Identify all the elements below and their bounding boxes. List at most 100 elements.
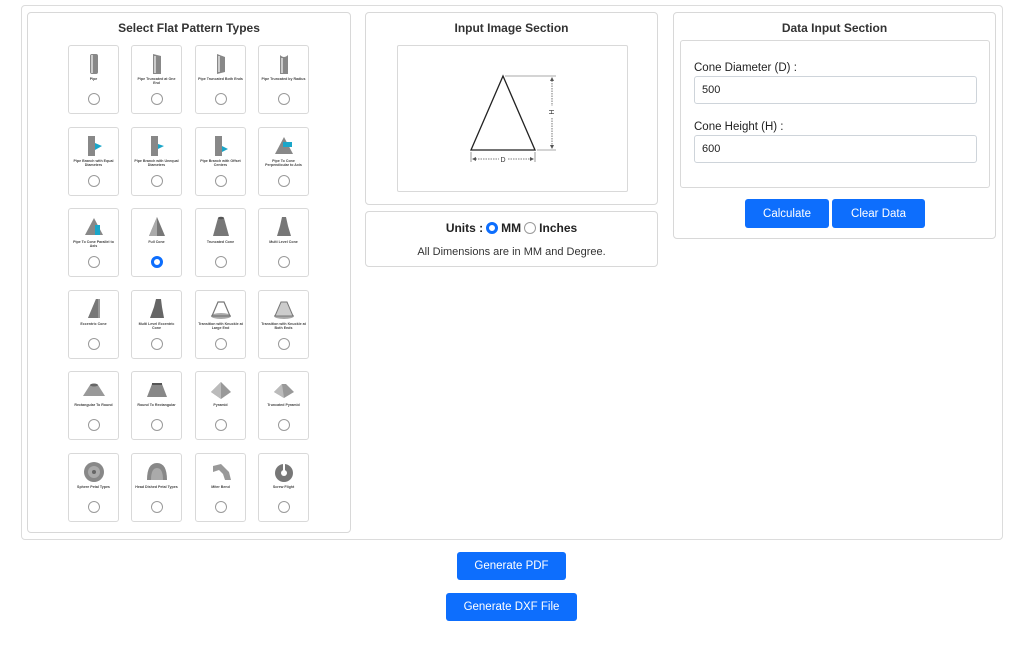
pattern-card[interactable]: Pipe Branch with Equal Diameters [68, 127, 119, 196]
pattern-card[interactable]: Round To Rectangular [131, 371, 182, 440]
pattern-card-label: Truncated Cone [206, 240, 235, 244]
pattern-card-radio[interactable] [278, 338, 290, 350]
pattern-card[interactable]: Truncated Pyramid [258, 371, 309, 440]
cone-diagram-svg: H D [470, 74, 556, 164]
pattern-card-label: Multi Level Cone [269, 240, 298, 244]
units-mm-label[interactable]: MM [501, 221, 521, 235]
pattern-card-label: Eccentric Cone [80, 322, 107, 326]
units-note: All Dimensions are in MM and Degree. [417, 246, 606, 258]
pattern-card[interactable]: Pipe To Cone Perpendicular to Axis [258, 127, 309, 196]
round-to-rect-icon [147, 383, 167, 397]
pattern-card-radio[interactable] [151, 256, 163, 268]
pattern-card[interactable]: Pipe Truncated at One End [131, 45, 182, 114]
pattern-card[interactable]: Transition with Knuckle at Both Ends [258, 290, 309, 359]
pattern-card-radio[interactable] [215, 256, 227, 268]
pattern-card-radio[interactable] [151, 501, 163, 513]
pattern-card-label: Round To Rectangular [137, 403, 176, 407]
pattern-card[interactable]: Multi Level Eccentric Cone [131, 290, 182, 359]
calculate-button[interactable]: Calculate [745, 199, 829, 228]
pipe-to-cone-perp-icon [275, 137, 293, 154]
full-cone-icon [149, 217, 165, 236]
pattern-card-label: Pipe Truncated by Radius [261, 77, 306, 81]
pattern-card[interactable]: Pipe Branch with Unequal Diameters [131, 127, 182, 196]
pattern-card-radio[interactable] [151, 93, 163, 105]
pattern-type-grid: Pipe Pipe Truncated at One End Pipe Trunca… [68, 45, 312, 525]
height-input[interactable] [694, 135, 977, 163]
pattern-card-radio[interactable] [88, 501, 100, 513]
dim-h-label: H [547, 109, 554, 114]
screw-flight-icon [275, 463, 293, 482]
pattern-card-radio[interactable] [215, 501, 227, 513]
clear-data-button[interactable]: Clear Data [832, 199, 925, 228]
pattern-card-radio[interactable] [151, 419, 163, 431]
pattern-card-radio[interactable] [278, 419, 290, 431]
pattern-card-label: Transition with Knuckle at Both Ends [261, 322, 306, 331]
transition-knuckle-both-icon [274, 301, 294, 319]
pattern-card[interactable]: Pipe Branch with Offset Centers [195, 127, 246, 196]
pipe-branch-unequal-icon [151, 136, 164, 156]
flat-pattern-types-panel: Select Flat Pattern Types Pipe Pipe Trunc… [27, 12, 351, 533]
pattern-card-radio[interactable] [278, 501, 290, 513]
pattern-card-radio[interactable] [88, 175, 100, 187]
pattern-card[interactable]: Pipe Truncated Both Ends [195, 45, 246, 114]
pattern-card-radio[interactable] [278, 175, 290, 187]
pattern-card-radio[interactable] [278, 93, 290, 105]
pattern-card-radio[interactable] [151, 175, 163, 187]
sphere-icon [84, 462, 104, 482]
pattern-card[interactable]: Head Dished Petal Types [131, 453, 182, 522]
pattern-card[interactable]: Miter Bend [195, 453, 246, 522]
pipe-branch-offset-icon [215, 136, 228, 156]
pattern-card[interactable]: Rectangular To Round [68, 371, 119, 440]
dim-d-label: D [500, 157, 505, 164]
pattern-card-label: Pipe Branch with Equal Diameters [73, 159, 114, 168]
pattern-card-radio[interactable] [88, 256, 100, 268]
pattern-card-radio[interactable] [278, 256, 290, 268]
pipe-radius-icon [280, 55, 288, 74]
diameter-label: Cone Diameter (D) : [694, 62, 797, 74]
units-mm-radio[interactable] [486, 222, 499, 234]
pattern-card-label: Pyramid [213, 403, 228, 407]
units-inches-label[interactable]: Inches [539, 221, 577, 235]
truncated-pyramid-icon [274, 384, 294, 398]
miter-bend-icon [213, 464, 231, 480]
pattern-card-radio[interactable] [215, 338, 227, 350]
rect-to-round-icon [83, 383, 105, 396]
pattern-card-label: Pipe To Cone Parallel to Axis [73, 240, 114, 249]
pattern-card-radio[interactable] [88, 419, 100, 431]
data-input-panel: Data Input Section Cone Diameter (D) : C… [673, 12, 996, 239]
pattern-card-radio[interactable] [88, 338, 100, 350]
pattern-card[interactable]: Multi Level Cone [258, 208, 309, 277]
data-form: Cone Diameter (D) : Cone Height (H) : [680, 40, 990, 188]
pattern-card[interactable]: Sphere Petal Types [68, 453, 119, 522]
pattern-card[interactable]: Pipe [68, 45, 119, 114]
units-label: Units : [445, 221, 484, 235]
pyramid-icon [211, 382, 231, 399]
units-panel: Units : MM Inches All Dimensions are in … [365, 211, 658, 267]
pipe-truncated-icon [153, 54, 161, 74]
pattern-card-radio[interactable] [215, 175, 227, 187]
multi-level-cone-icon [277, 217, 291, 236]
pipe-to-cone-parallel-icon [85, 218, 103, 235]
pattern-card-label: Sphere Petal Types [77, 485, 110, 489]
generate-dxf-button[interactable]: Generate DXF File [446, 593, 577, 621]
generate-pdf-button[interactable]: Generate PDF [457, 552, 566, 580]
pattern-card-radio[interactable] [88, 93, 100, 105]
pipe-branch-equal-icon [88, 136, 102, 156]
pattern-card[interactable]: Pyramid [195, 371, 246, 440]
pattern-card[interactable]: Screw Flight [258, 453, 309, 522]
pattern-card-radio[interactable] [215, 419, 227, 431]
pattern-card-label: Full Cone [148, 240, 165, 244]
cone-diagram: H D [397, 45, 628, 192]
pattern-card-label: Pipe [89, 77, 98, 81]
units-inches-radio[interactable] [524, 222, 537, 234]
pattern-card[interactable]: Pipe To Cone Parallel to Axis [68, 208, 119, 277]
pattern-card[interactable]: Truncated Cone [195, 208, 246, 277]
pattern-card[interactable]: Full Cone [131, 208, 182, 277]
pattern-card-radio[interactable] [215, 93, 227, 105]
pattern-card-label: Multi Level Eccentric Cone [138, 322, 175, 331]
diameter-input[interactable] [694, 76, 977, 104]
pattern-card[interactable]: Eccentric Cone [68, 290, 119, 359]
pattern-card[interactable]: Pipe Truncated by Radius [258, 45, 309, 114]
pattern-card-radio[interactable] [151, 338, 163, 350]
pattern-card[interactable]: Transition with Knuckle at Large End [195, 290, 246, 359]
